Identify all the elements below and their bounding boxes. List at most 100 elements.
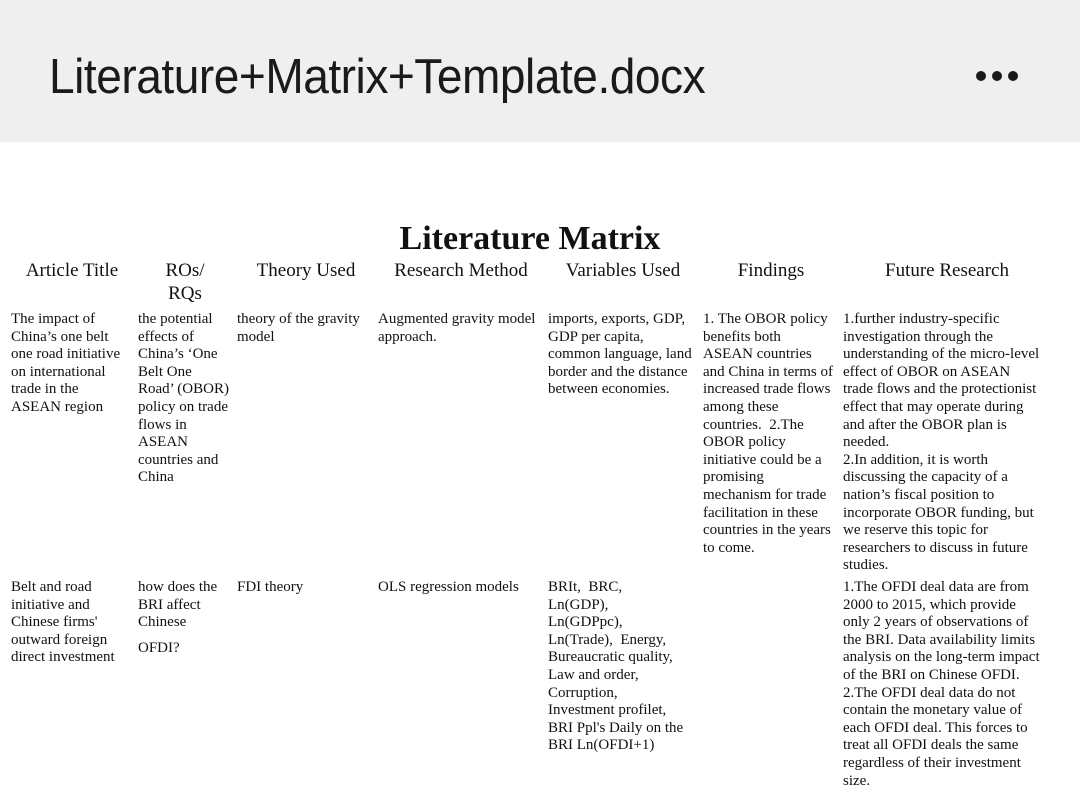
- cell-line: between economies.: [548, 381, 670, 398]
- cell-line: Chinese firms': [11, 614, 98, 631]
- cell-line: effect of OBOR on ASEAN: [843, 363, 1011, 380]
- cell-line: countries in the years: [703, 522, 831, 539]
- cell-line: China’s ‘One: [138, 346, 218, 363]
- header-findings: Findings: [671, 259, 871, 282]
- cell-line: BRI Ln(OFDI+1): [548, 737, 655, 754]
- cell-line: Investment profilet,: [548, 702, 667, 719]
- cell-line: the potential: [138, 311, 213, 327]
- cell-findings: 1. The OBOR policy benefits both ASEAN cou…: [703, 311, 833, 557]
- cell-line: FDI theory: [237, 579, 304, 595]
- cell-line: 2000 to 2015, which provide: [843, 596, 1016, 613]
- cell-line: effects of: [138, 328, 194, 345]
- cell-line: OFDI?: [138, 639, 180, 656]
- cell-line: and after the OBOR plan is: [843, 416, 1007, 433]
- cell-line: studies.: [843, 557, 889, 574]
- cell-line: OBOR policy: [703, 434, 786, 451]
- cell-line: The impact of: [11, 311, 96, 327]
- cell-line: Bureaucratic quality,: [548, 649, 673, 666]
- cell-line: we reserve this topic for: [843, 522, 988, 539]
- cell-line: common language, land: [548, 346, 692, 363]
- cell-line: and China in terms of: [703, 363, 833, 380]
- header-label: Future Research: [885, 260, 1009, 281]
- cell-line: effect that may operate during: [843, 398, 1024, 415]
- cell-ros-rqs: the potential effects of China’s ‘One Belt …: [138, 311, 229, 487]
- cell-line: mechanism for trade: [703, 486, 827, 503]
- cell-line: of the BRI on Chinese OFDI.: [843, 666, 1020, 683]
- cell-line: 1.further industry-specific: [843, 311, 1000, 327]
- cell-line: among these: [703, 398, 779, 415]
- cell-line: only 2 years of observations of: [843, 614, 1029, 631]
- cell-theory-used: FDI theory: [237, 579, 303, 597]
- cell-line: ASEAN countries: [703, 346, 812, 363]
- document-title: Literature Matrix: [399, 220, 661, 257]
- cell-line: BRI Ppl's Daily on the: [548, 719, 684, 736]
- cell-theory-used: theory of the gravity model: [237, 311, 360, 346]
- cell-line: initiative and: [11, 596, 90, 613]
- cell-line: Belt and road: [11, 579, 92, 595]
- cell-line: analysis on the long-term impact: [843, 649, 1040, 666]
- cell-line: benefits both: [703, 328, 781, 345]
- cell-line: 2.In addition, it is worth: [843, 451, 988, 468]
- cell-line: ASEAN: [138, 434, 189, 451]
- cell-line: Corruption,: [548, 684, 618, 701]
- cell-line: flows in: [138, 416, 187, 433]
- cell-line: [138, 632, 217, 640]
- cell-line: theory of the gravity: [237, 311, 360, 327]
- more-horizontal-icon: [992, 71, 1002, 81]
- cell-line: GDP per capita,: [548, 328, 644, 345]
- app-header-bar: Literature+Matrix+Template.docx: [0, 0, 1080, 142]
- cell-line: ASEAN region: [11, 398, 104, 415]
- cell-line: outward foreign: [11, 631, 108, 648]
- cell-line: incorporate OBOR funding, but: [843, 504, 1034, 521]
- cell-line: Augmented gravity model: [378, 311, 536, 327]
- cell-line: how does the: [138, 579, 218, 595]
- cell-line: the BRI. Data availability limits: [843, 631, 1036, 648]
- cell-line: treat all OFDI deals the same: [843, 737, 1019, 754]
- cell-line: promising: [703, 469, 764, 486]
- cell-line: Ln(Trade), Energy,: [548, 631, 667, 648]
- cell-line: approach.: [378, 328, 437, 345]
- cell-future-research: 1.The OFDI deal data are from 2000 to 201…: [843, 579, 1040, 790]
- cell-line: facilitation in these: [703, 504, 818, 521]
- cell-line: countries and: [138, 451, 219, 468]
- more-horizontal-icon: [1008, 71, 1018, 81]
- cell-line: size.: [843, 772, 871, 789]
- cell-research-method: OLS regression models: [378, 579, 519, 597]
- cell-line: 2.The OFDI deal data do not: [843, 684, 1016, 701]
- cell-line: trade in the: [11, 381, 79, 398]
- more-horizontal-icon: [976, 71, 986, 81]
- cell-research-method: Augmented gravity model approach.: [378, 311, 535, 346]
- cell-line: understanding of the micro-level: [843, 346, 1040, 363]
- cell-line: Law and order,: [548, 666, 639, 683]
- cell-line: initiative could be a: [703, 451, 822, 468]
- cell-line: BRI affect: [138, 596, 201, 613]
- cell-variables-used: BRIt, BRC, Ln(GDP), Ln(GDPpc), Ln(Trade), E…: [548, 579, 683, 755]
- cell-line: imports, exports, GDP,: [548, 311, 686, 327]
- header-label: RQs: [168, 283, 202, 304]
- cell-line: BRIt, BRC,: [548, 579, 623, 595]
- cell-line: border and the distance: [548, 363, 688, 380]
- cell-line: 1. The OBOR policy: [703, 311, 828, 327]
- cell-line: Belt One: [138, 363, 192, 380]
- cell-line: increased trade flows: [703, 381, 831, 398]
- cell-line: discussing the capacity of a: [843, 469, 1008, 486]
- cell-line: Road’ (OBOR): [138, 381, 229, 398]
- cell-line: on international: [11, 363, 106, 380]
- cell-line: one road initiative: [11, 346, 121, 363]
- cell-line: researchers to discuss in future: [843, 539, 1028, 556]
- more-options-button[interactable]: [962, 62, 1032, 90]
- cell-line: trade flows and the protectionist: [843, 381, 1037, 398]
- cell-line: regardless of their investment: [843, 754, 1021, 771]
- cell-line: contain the monetary value of: [843, 702, 1023, 719]
- cell-line: countries. 2.The: [703, 416, 804, 433]
- cell-line: to come.: [703, 539, 755, 556]
- cell-line: China: [138, 469, 174, 486]
- cell-line: OLS regression models: [378, 579, 519, 595]
- cell-line: Chinese: [138, 614, 187, 631]
- cell-line: needed.: [843, 434, 890, 451]
- cell-future-research: 1.further industry-specific investigation…: [843, 311, 1039, 575]
- cell-line: investigation through the: [843, 328, 993, 345]
- cell-line: direct investment: [11, 649, 115, 666]
- cell-article-title: Belt and road initiative and Chinese firms…: [11, 579, 115, 667]
- cell-line: Ln(GDPpc),: [548, 614, 623, 631]
